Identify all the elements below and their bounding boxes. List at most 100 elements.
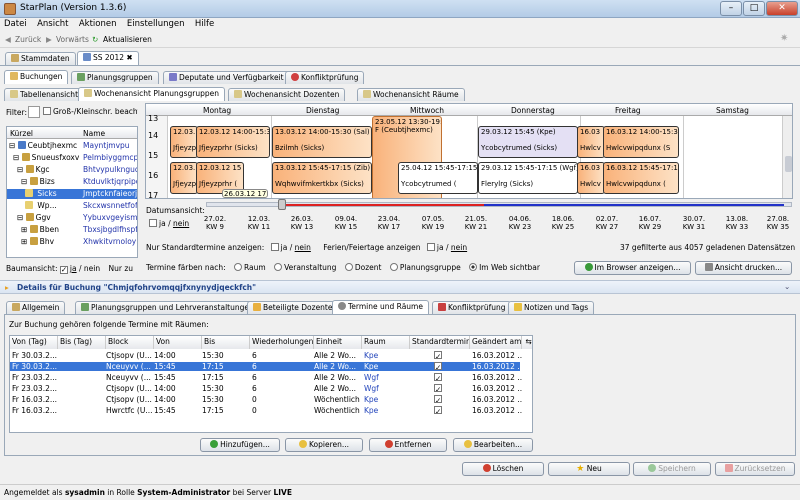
col-kuerzel[interactable]: Kürzel [10,129,33,138]
tab-tabellenansicht[interactable]: Tabellenansicht [4,88,85,101]
warning-icon [291,73,299,81]
zuruecksetzen-button[interactable]: Zurücksetzen [715,462,795,476]
table-row[interactable]: Fr 23.03.2... Ctjsopv (U... 14:00 15:30 6 All… [10,384,522,393]
table-row[interactable]: Fr 30.03.2... Ctjsopv (U... 14:00 15:30 6 All… [10,351,522,360]
tab-termine-raeume[interactable]: Termine und Räume [332,300,429,314]
back-button[interactable]: Zurück [15,35,41,44]
event-block[interactable]: 13.03.12 15:45-17:15 (Zib) Wqhwvifmkertkb… [272,162,372,194]
close-button[interactable]: ✕ [766,1,798,16]
table-row-selected[interactable]: Fr 30.03.2... Nceuyvv (... 15:45 17:15 6 Alle… [10,362,522,371]
browser-anzeigen-button[interactable]: Im Browser anzeigen... [574,261,691,275]
radio-planungsgruppe[interactable]: Planungsgruppe [389,263,461,272]
column-chooser-icon[interactable]: ⇆ [522,336,532,349]
baumansicht-checkbox[interactable]: ✓ [59,266,68,274]
radio-veranstaltung[interactable]: Veranstaltung [274,263,336,272]
loeschen-button[interactable]: Löschen [462,462,544,476]
col-wiederholungen[interactable]: Wiederholungen [250,336,314,349]
col-von[interactable]: Von [154,336,202,349]
minimize-button[interactable]: – [720,1,742,16]
neu-button[interactable]: ★ Neu [548,462,630,476]
termine-intro: Zur Buchung gehören folgende Termine mit… [9,320,209,329]
tab-notizen-tags[interactable]: Notizen und Tags [508,301,595,314]
kopieren-button[interactable]: Kopieren... [285,438,363,452]
ansicht-drucken-button[interactable]: Ansicht drucken... [695,261,792,275]
tab-stammdaten[interactable]: Stammdaten [5,52,76,65]
tab-buchungen[interactable]: Buchungen [4,70,69,84]
radio-im-web-sichtbar[interactable]: Im Web sichtbar [469,263,540,272]
col-geaendert-am[interactable]: Geändert am [470,336,522,349]
datumsansicht-toggle[interactable]: ja / nein [149,219,189,228]
event-block[interactable]: 25.04.12 15:45-17:15 (Ycobcytrumed ( [398,162,478,194]
menu-datei[interactable]: Datei [0,18,31,30]
entfernen-button[interactable]: Entfernen [369,438,447,452]
menu-hilfe[interactable]: Hilfe [191,18,218,30]
case-sensitive-checkbox[interactable]: Groß-/Kleinschr. beachten [43,107,138,116]
tree-row[interactable]: ⊞ Bhv Xhwkitvrnoloy [7,237,137,247]
tree-row[interactable]: ⊟ Ggv Yybuxvgeyismsj [7,213,137,223]
table-row[interactable]: Fr 23.03.2... Nceuyvv (... 15:45 17:15 6 Alle… [10,373,522,382]
event-block[interactable]: 12.03.12 1Jfjeyzp [170,162,198,194]
tab-planungsgruppen-lehrveranstaltungen[interactable]: Planungsgruppen und Lehrveranstaltungen [75,301,260,314]
menu-aktionen[interactable]: Aktionen [75,18,121,30]
ferien-checkbox[interactable] [426,243,435,251]
table-row[interactable]: Fr 16.03.2... Ctjsopv (U... 14:00 15:30 0 Wöc… [10,395,522,404]
filter-input[interactable] [28,106,40,118]
menu-bar: Datei Ansicht Aktionen Einstellungen Hil… [0,18,800,32]
collapse-icon[interactable]: ⌄ [784,282,790,291]
standardtermine-checkbox[interactable] [270,243,279,251]
table-row[interactable]: Fr 16.03.2... Hwrctfc (U... 15:45 17:15 0 Wöc… [10,406,522,415]
menu-einstellungen[interactable]: Einstellungen [123,18,189,30]
event-block[interactable]: 29.03.12 15:45-17:15 (Wgf) Flerylrg (Sick… [478,162,578,194]
timeline-track[interactable] [206,199,792,210]
checkbox[interactable] [43,107,51,115]
event-block[interactable]: 12.03.12 14:00-15:30 (Sal)Jfjeyzprhr (Si… [196,126,270,158]
tab-konfliktpruefung-details[interactable]: Konfliktprüfung [432,301,512,314]
event-block[interactable]: 16.03.12 15:45-17:15 Hwlcvwipqdunx ( [603,162,679,194]
col-raum[interactable]: Raum [362,336,410,349]
week-icon [234,90,242,98]
add-icon [210,440,219,448]
speichern-button[interactable]: Speichern [633,462,711,476]
calendar-scrollbar[interactable] [782,116,792,198]
event-block[interactable]: 12.03.12 1Jfjeyzp [170,126,198,158]
details-toggle-icon[interactable]: ▸ [5,283,9,292]
col-von-tag[interactable]: Von (Tag) [10,336,58,349]
radio-raum[interactable]: Raum [234,263,266,272]
tab-wochenansicht-raeume[interactable]: Wochenansicht Räume [357,88,465,101]
tree-row[interactable]: ⊟ KgcBhtvypulknguqu [7,165,137,175]
tree-row[interactable]: ⊟ Bizs Ktduvlktjqrpipo [7,177,137,187]
event-block[interactable]: 29.03.12 15:45 (Kpe) Ycobcytrumed (Sicks) [478,126,578,158]
hinzufuegen-button[interactable]: Hinzufügen... [200,438,280,452]
event-block[interactable]: 16.03.12 14:00-15:30 Hwlcvwipqdunx (S [603,126,679,158]
tab-wochenansicht-dozenten[interactable]: Wochenansicht Dozenten [228,88,346,101]
bearbeiten-button[interactable]: Bearbeiten... [453,438,533,452]
refresh-button[interactable]: Aktualisieren [103,35,152,44]
tab-beteiligte-dozenten[interactable]: Beteiligte Dozenten [247,301,344,314]
col-bis[interactable]: Bis [202,336,250,349]
tab-konfliktpruefung[interactable]: Konfliktprüfung [285,71,365,84]
forward-button[interactable]: Vorwärts [56,35,89,44]
tree-row[interactable]: ⊟ SnueusfxoxvPelmbiyggmcpen [7,153,137,163]
tab-wochenansicht-planungsgruppen[interactable]: Wochenansicht Planungsgruppen [78,87,225,101]
col-name[interactable]: Name [83,129,105,138]
tree-row[interactable]: ⊟ Ceubtjhexmc Mayntjmvpu [7,141,137,151]
tree-row-selected[interactable]: Sicks Jmptcknfaieorj [7,189,137,199]
maximize-button[interactable]: □ [743,1,765,16]
event-block[interactable]: 16.03 Hwlcv [577,162,605,194]
col-bis-tag[interactable]: Bis (Tag) [58,336,106,349]
timeline-slider-thumb[interactable] [278,199,286,210]
col-standardtermin[interactable]: Standardtermin [410,336,470,349]
tab-ss2012[interactable]: SS 2012 ✖ [77,51,139,65]
col-einheit[interactable]: Einheit [314,336,362,349]
event-block[interactable]: 13.03.12 14:00-15:30 (Sal) Bzilmh (Sicks) [272,126,372,158]
tab-allgemein[interactable]: Allgemein [6,301,66,314]
close-tab-icon[interactable]: ✖ [126,53,132,62]
col-block[interactable]: Block [106,336,154,349]
radio-dozent[interactable]: Dozent [344,263,381,272]
menu-ansicht[interactable]: Ansicht [33,18,72,30]
tab-deputate[interactable]: Deputate und Verfügbarkeit [163,71,290,84]
tree-row[interactable]: ⊞ Bben Tbxsjbgdlfhspf [7,225,137,235]
tab-planungsgruppen[interactable]: Planungsgruppen [71,71,159,84]
tree-row[interactable]: Wp... Skcxwsnnetfofk [7,201,137,211]
event-block[interactable]: 16.03 Hwlcv [577,126,605,158]
